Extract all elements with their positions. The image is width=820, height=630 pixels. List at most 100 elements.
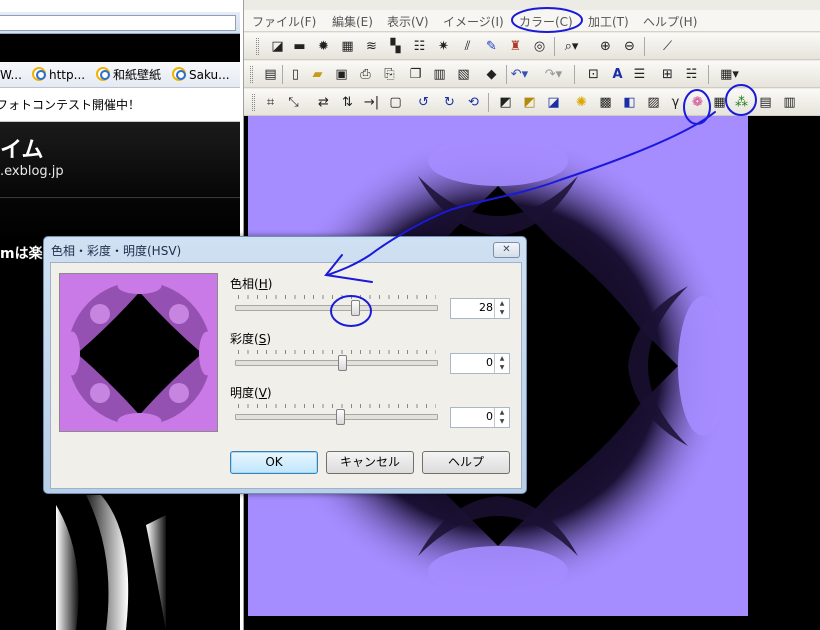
favorite-label: W...: [0, 68, 22, 82]
new-window-icon[interactable]: ▤: [261, 65, 280, 84]
toolbar-grip[interactable]: [252, 94, 255, 111]
menu-help[interactable]: ヘルプ(H): [643, 13, 697, 30]
text-icon[interactable]: A: [608, 65, 627, 84]
thumbnail-dropdown-icon[interactable]: ▦▾: [720, 65, 739, 84]
toolbar-grip[interactable]: [256, 38, 259, 55]
hsv-color-icon[interactable]: ❁: [688, 93, 707, 112]
brightness-slider-thumb[interactable]: [336, 409, 345, 425]
spinner-arrows-icon[interactable]: ▲ ▼: [494, 408, 509, 427]
print-preview-icon[interactable]: ⎘: [380, 65, 399, 84]
flip-icon[interactable]: ⇄: [314, 93, 333, 112]
sepia-icon[interactable]: ◩: [520, 93, 539, 112]
browser-address-bar[interactable]: [0, 12, 240, 34]
favorite-label: 和紙壁紙: [113, 68, 162, 82]
wave-icon[interactable]: ≋: [362, 37, 381, 56]
cancel-button[interactable]: キャンセル: [326, 451, 414, 474]
menu-edit[interactable]: 編集(E): [332, 13, 373, 30]
info-banner[interactable]: フォトコンテスト開催中！: [0, 88, 240, 122]
sparkle-icon[interactable]: ✺: [572, 93, 591, 112]
saturation-spinbox[interactable]: 0 ▲ ▼: [450, 353, 510, 374]
perspective-icon[interactable]: ⫽: [458, 37, 477, 56]
gamma-icon[interactable]: γ: [666, 93, 685, 112]
favorite-item[interactable]: W...: [0, 66, 22, 84]
copy-icon[interactable]: ❐: [406, 65, 425, 84]
saturation-label: 彩度(S): [230, 330, 271, 347]
menu-file[interactable]: ファイル(F): [252, 13, 316, 30]
save-icon[interactable]: ▣: [332, 65, 351, 84]
align-icon[interactable]: ☰: [630, 65, 649, 84]
ok-button[interactable]: OK: [230, 451, 318, 474]
new-file-icon[interactable]: ▯: [286, 65, 305, 84]
hue-accesskey: H: [258, 277, 268, 291]
fit-icon[interactable]: ⊡: [584, 65, 603, 84]
pen-icon[interactable]: ✎: [482, 37, 501, 56]
gradient-icon[interactable]: ▩: [596, 93, 615, 112]
hsv-dialog: 色相・彩度・明度(HSV) ✕ 色相(H) 28 ▲ ▼ 彩度(S) 0 ▲ ▼…: [43, 236, 527, 494]
close-icon[interactable]: ✕: [493, 242, 520, 258]
spinner-arrows-icon[interactable]: ▲ ▼: [494, 299, 509, 318]
zoom-dropdown-icon[interactable]: ⌕▾: [562, 37, 581, 56]
bevel-icon[interactable]: ◪: [268, 37, 287, 56]
paste-special-icon[interactable]: ▧: [454, 65, 473, 84]
zoom-in-icon[interactable]: ⊕: [596, 37, 615, 56]
rotate-free-icon[interactable]: ⟲: [464, 93, 483, 112]
favorite-item[interactable]: http...: [32, 66, 85, 84]
brightness-label: 明度(V): [230, 384, 272, 401]
brick-icon[interactable]: ☷: [410, 37, 429, 56]
rotate-left-icon[interactable]: ↺: [414, 93, 433, 112]
address-field[interactable]: [0, 15, 236, 31]
rgb-balance-icon[interactable]: ⁂: [732, 93, 751, 112]
shadow-icon[interactable]: ▬: [290, 37, 309, 56]
spiral-icon[interactable]: ◎: [530, 37, 549, 56]
help-button[interactable]: ヘルプ: [422, 451, 510, 474]
menu-view[interactable]: 表示(V): [387, 13, 429, 30]
color-replace-icon[interactable]: ▤: [756, 93, 775, 112]
eyedropper-icon[interactable]: ⟋: [658, 37, 677, 56]
picture-icon[interactable]: ▨: [644, 93, 663, 112]
print-icon[interactable]: ⎙: [356, 65, 375, 84]
open-folder-icon[interactable]: ▰: [308, 65, 327, 84]
saturation-slider-thumb[interactable]: [338, 355, 347, 371]
contrast-icon[interactable]: ◧: [620, 93, 639, 112]
bucket-icon[interactable]: ♜: [506, 37, 525, 56]
layout-icon[interactable]: ☵: [682, 65, 701, 84]
grid-icon[interactable]: ⊞: [658, 65, 677, 84]
paste-icon[interactable]: ▥: [430, 65, 449, 84]
brightness-spinbox[interactable]: 0 ▲ ▼: [450, 407, 510, 428]
menu-color[interactable]: カラー(C): [519, 13, 573, 30]
crop-icon[interactable]: ⌗: [261, 93, 280, 112]
burst-icon[interactable]: ✷: [434, 37, 453, 56]
hue-slider-track[interactable]: [235, 305, 438, 311]
canvas-size-icon[interactable]: ▢: [386, 93, 405, 112]
grayscale-icon[interactable]: ◩: [496, 93, 515, 112]
sunburst-icon[interactable]: ✹: [314, 37, 333, 56]
dialog-title: 色相・彩度・明度(HSV): [51, 244, 182, 258]
menu-image[interactable]: イメージ(I): [443, 13, 504, 30]
hue-spinbox[interactable]: 28 ▲ ▼: [450, 298, 510, 319]
brightness-value: 0: [486, 410, 493, 423]
undo-icon[interactable]: ↶▾: [510, 65, 529, 84]
color-tag-icon[interactable]: ◆: [482, 65, 501, 84]
negative-icon[interactable]: ◪: [544, 93, 563, 112]
mosaic-icon[interactable]: ▦: [338, 37, 357, 56]
spinner-arrows-icon[interactable]: ▲ ▼: [494, 354, 509, 373]
saturation-slider-track[interactable]: [235, 360, 438, 366]
hue-slider-thumb[interactable]: [351, 300, 360, 316]
levels-icon[interactable]: ▥: [780, 93, 799, 112]
menu-effects[interactable]: 加工(T): [588, 13, 629, 30]
toolbar-grip[interactable]: [250, 66, 253, 83]
resize-icon[interactable]: ⤡: [284, 93, 303, 112]
blog-title[interactable]: イム: [0, 132, 44, 164]
redo-icon[interactable]: ↷▾: [544, 65, 563, 84]
checker-icon[interactable]: ▦: [710, 93, 729, 112]
move-icon[interactable]: →|: [362, 93, 381, 112]
zoom-out-icon[interactable]: ⊖: [620, 37, 639, 56]
info-text: フォトコンテスト開催中！: [0, 98, 141, 112]
blog-image: [56, 495, 166, 630]
tile-icon[interactable]: ▚: [386, 37, 405, 56]
mirror-icon[interactable]: ⇅: [338, 93, 357, 112]
favorite-item[interactable]: 和紙壁紙: [96, 66, 161, 84]
favorite-item[interactable]: Saku...: [172, 66, 230, 84]
blog-url: .exblog.jp: [0, 164, 64, 179]
rotate-right-icon[interactable]: ↻: [440, 93, 459, 112]
